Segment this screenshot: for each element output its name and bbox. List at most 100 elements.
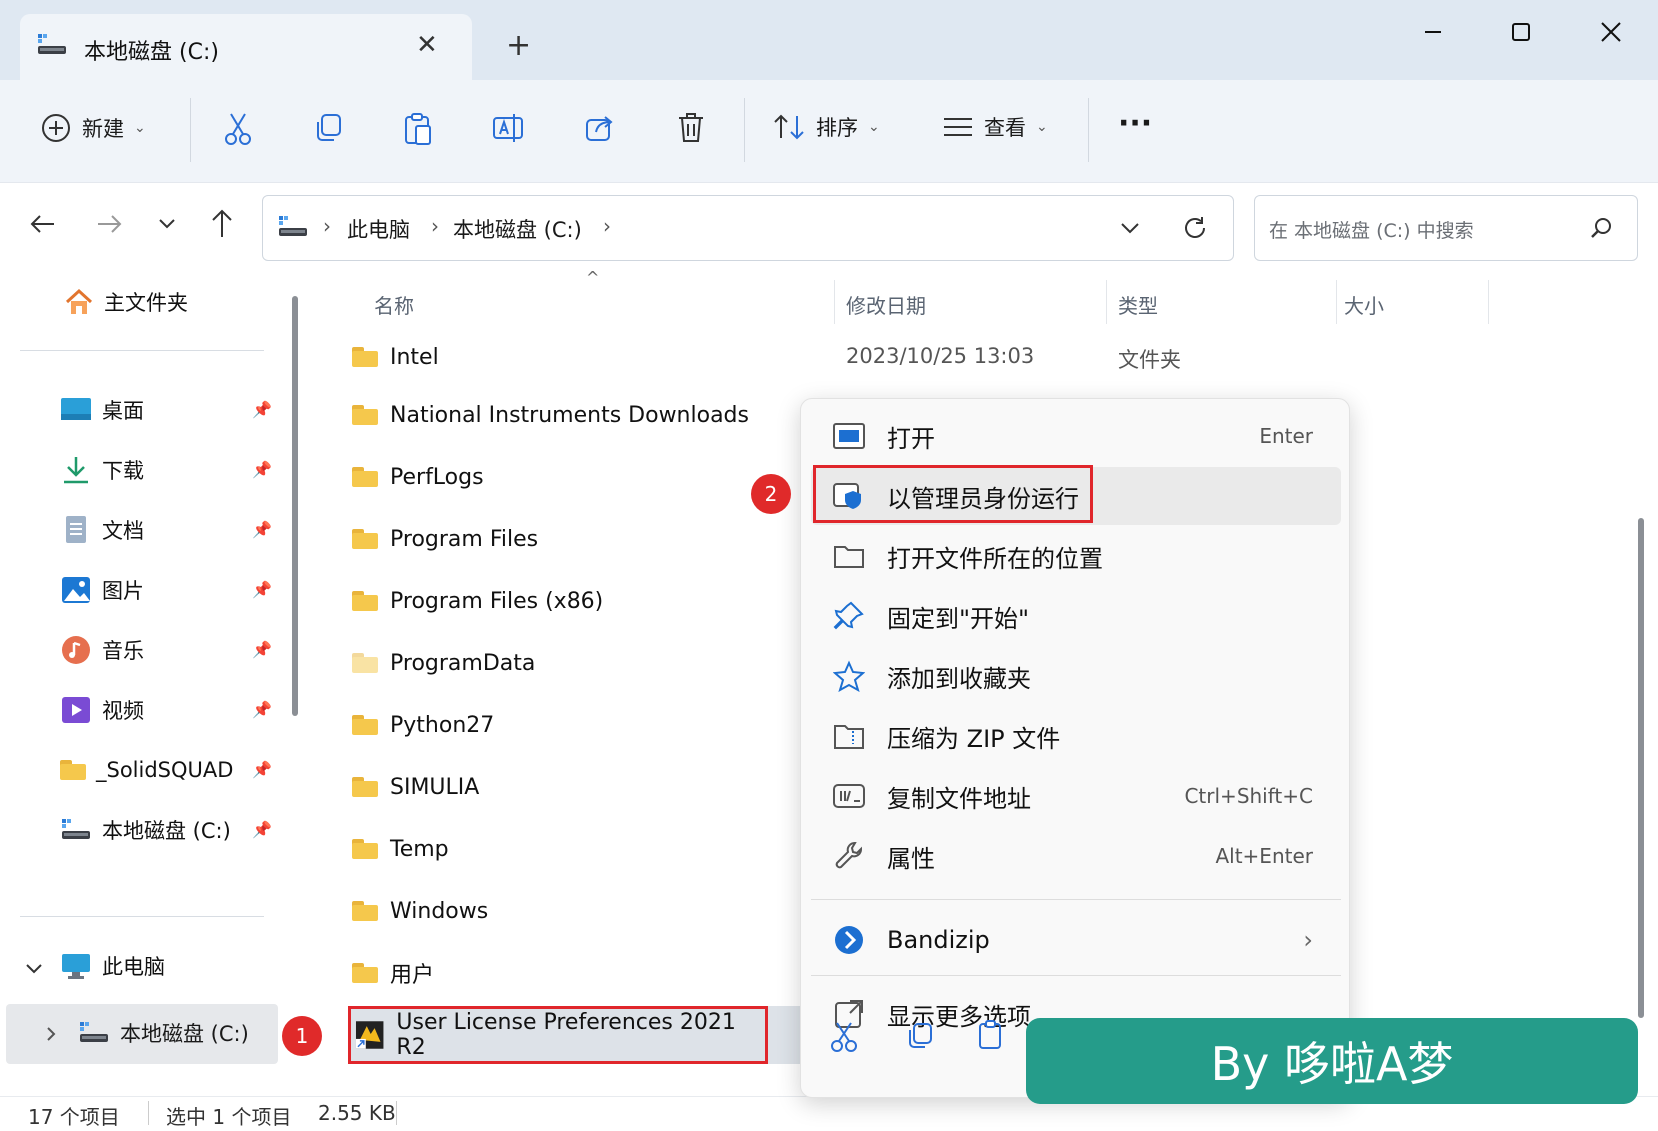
navigation-pane: 主文件夹 桌面 下载 文档 图片 音乐 视频 _SolidSQUAD 本地磁盘 … (0, 274, 312, 1096)
table-row[interactable]: Intel (352, 328, 439, 386)
column-header-name[interactable]: 名称 (374, 290, 414, 319)
table-row[interactable]: Program Files (352, 510, 538, 568)
sidebar-item-local-disk-pinned[interactable]: 本地磁盘 (C:) (60, 810, 231, 850)
new-button[interactable]: 新建 ⌄ (40, 112, 146, 144)
table-row[interactable]: ProgramData (352, 634, 535, 692)
column-header-type[interactable]: 类型 (1118, 290, 1158, 319)
new-tab-button[interactable]: + (506, 28, 531, 63)
menu-item-shortcut: Enter (1259, 424, 1313, 448)
sidebar-item-this-pc[interactable]: 此电脑 (60, 946, 165, 986)
sidebar-item-solidsquad[interactable]: _SolidSQUAD (60, 750, 248, 790)
table-row[interactable]: Program Files (x86) (352, 572, 603, 630)
table-row[interactable]: SIMULIA (352, 758, 479, 816)
pin-icon[interactable]: 📌 (252, 460, 272, 479)
menu-item-open[interactable]: 打开 Enter (811, 407, 1341, 465)
paste-icon (405, 113, 431, 145)
divider (744, 98, 745, 162)
copy-button[interactable] (312, 112, 344, 144)
breadcrumb-local-disk[interactable]: 本地磁盘 (C:) (453, 214, 582, 244)
divider (396, 1101, 397, 1125)
pin-icon[interactable]: 📌 (252, 760, 272, 779)
sidebar-scrollbar[interactable] (292, 296, 298, 716)
sidebar-item-label: 本地磁盘 (C:) (120, 1022, 249, 1046)
chevron-right-icon: › (431, 214, 439, 238)
context-copy-button[interactable] (905, 1021, 935, 1051)
context-paste-button[interactable] (977, 1019, 1007, 1051)
pin-icon[interactable]: 📌 (252, 640, 272, 659)
back-button[interactable] (28, 209, 58, 239)
menu-item-compress-zip[interactable]: 压缩为 ZIP 文件 (811, 707, 1341, 765)
sidebar-item-documents[interactable]: 文档 (60, 510, 144, 550)
context-cut-button[interactable] (829, 1021, 859, 1053)
sidebar-item-videos[interactable]: 视频 (60, 690, 144, 730)
refresh-button[interactable] (1181, 214, 1209, 242)
divider (1106, 280, 1107, 324)
recent-locations-button[interactable] (156, 213, 178, 235)
column-header-size[interactable]: 大小 (1344, 290, 1384, 319)
table-row[interactable]: PerfLogs (352, 448, 484, 506)
address-dropdown-button[interactable] (1119, 218, 1141, 238)
drive-icon (80, 1022, 108, 1042)
sidebar-item-label: 下载 (102, 459, 144, 483)
forward-button[interactable] (94, 209, 124, 239)
chevron-down-icon: ⌄ (134, 120, 146, 136)
address-bar[interactable]: › 此电脑 › 本地磁盘 (C:) › (262, 195, 1234, 261)
table-row[interactable]: Python27 (352, 696, 494, 754)
sidebar-item-home[interactable]: 主文件夹 (64, 278, 188, 326)
delete-button[interactable] (676, 112, 706, 144)
table-row[interactable]: National Instruments Downloads (352, 386, 749, 444)
tab-local-disk[interactable]: 本地磁盘 (C:) ✕ (20, 14, 472, 80)
pin-icon[interactable]: 📌 (252, 820, 272, 839)
sidebar-item-desktop[interactable]: 桌面 (60, 390, 144, 430)
pin-icon[interactable]: 📌 (252, 700, 272, 719)
open-icon (833, 423, 865, 449)
pin-icon[interactable]: 📌 (252, 520, 272, 539)
table-row[interactable]: Windows (352, 882, 488, 940)
arrow-right-icon (98, 215, 122, 233)
menu-item-copy-path[interactable]: 复制文件地址 Ctrl+Shift+C (811, 767, 1341, 825)
sidebar-item-local-disk-selected[interactable]: 本地磁盘 (C:) (6, 1004, 278, 1064)
view-button[interactable]: 查看 ⌄ (942, 112, 1048, 142)
chevron-down-icon: ⌄ (868, 119, 880, 135)
table-row[interactable]: 用户 (352, 944, 434, 1002)
maximize-icon (1512, 23, 1530, 41)
up-button[interactable] (208, 207, 236, 239)
cut-button[interactable] (222, 112, 254, 146)
pin-icon[interactable]: 📌 (252, 580, 272, 599)
menu-item-pin-start[interactable]: 固定到"开始" (811, 587, 1341, 645)
copy-icon (317, 114, 341, 141)
sidebar-item-music[interactable]: 音乐 (60, 630, 144, 670)
table-row[interactable]: Temp (352, 820, 449, 878)
file-list-scrollbar[interactable] (1638, 518, 1644, 1018)
drive-icon (62, 819, 90, 839)
menu-item-properties[interactable]: 属性 Alt+Enter (811, 827, 1341, 885)
chevron-right-icon: › (1303, 926, 1313, 954)
table-row-selected[interactable]: User License Preferences 2021 R2 (348, 1006, 768, 1064)
close-window-button[interactable] (1586, 12, 1636, 52)
chevron-down-icon (159, 219, 175, 229)
rename-button[interactable] (492, 112, 526, 144)
paste-icon (979, 1020, 1001, 1049)
list-view-icon (944, 118, 972, 136)
search-input[interactable]: 在 本地磁盘 (C:) 中搜索 (1254, 195, 1638, 261)
sidebar-item-label: 文档 (102, 519, 144, 543)
close-tab-button[interactable]: ✕ (416, 30, 438, 60)
breadcrumb-this-pc[interactable]: 此电脑 (347, 214, 410, 244)
pin-icon[interactable]: 📌 (252, 400, 272, 419)
sidebar-item-pictures[interactable]: 图片 (60, 570, 144, 610)
divider (20, 916, 264, 917)
sidebar-item-downloads[interactable]: 下载 (60, 450, 144, 490)
share-button[interactable] (584, 112, 616, 144)
menu-item-add-favorites[interactable]: 添加到收藏夹 (811, 647, 1341, 705)
chevron-right-icon[interactable] (44, 1024, 58, 1044)
menu-item-open-location[interactable]: 打开文件所在的位置 (811, 527, 1341, 585)
file-name: Intel (390, 344, 439, 370)
menu-item-bandizip[interactable]: Bandizip › (811, 911, 1341, 969)
sort-button[interactable]: 排序 ⌄ (772, 112, 880, 142)
minimize-button[interactable] (1408, 12, 1458, 52)
more-button[interactable]: ··· (1118, 106, 1152, 141)
maximize-button[interactable] (1496, 12, 1546, 52)
chevron-down-icon[interactable] (24, 960, 44, 978)
column-header-modified[interactable]: 修改日期 (846, 290, 926, 319)
paste-button[interactable] (402, 112, 434, 146)
